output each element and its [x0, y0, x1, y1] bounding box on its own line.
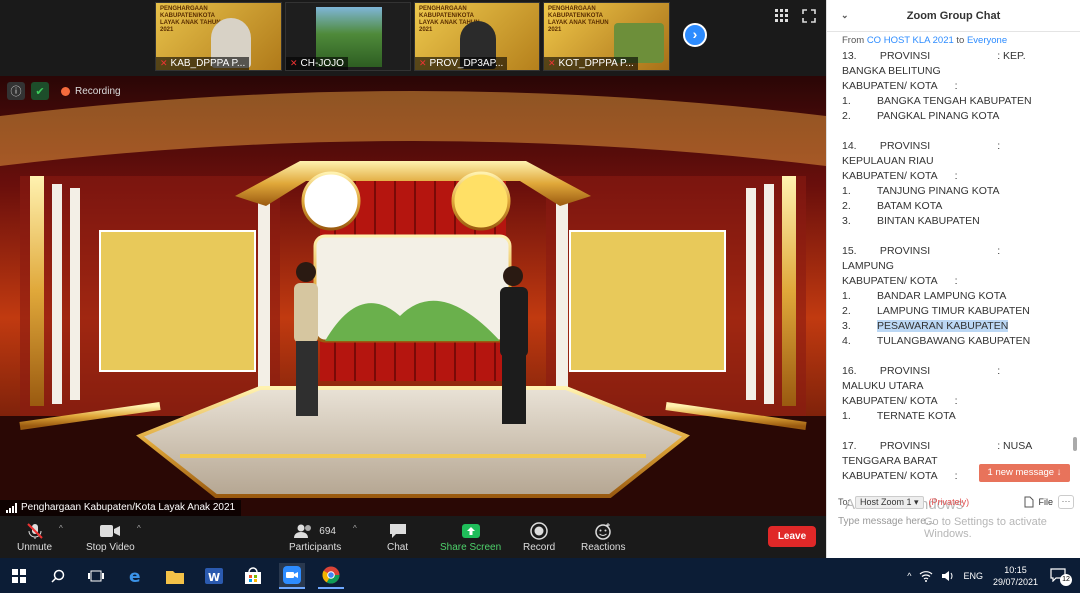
zoom-app-icon[interactable]: [279, 563, 305, 589]
emoji-reaction-icon: [595, 523, 611, 540]
windows-taskbar: e W ^ ENG 10:15 29/07/2021 12: [0, 558, 1080, 593]
record-icon: [530, 522, 548, 540]
notification-badge: 12: [1060, 573, 1072, 586]
unmute-button[interactable]: Unmute: [17, 520, 52, 553]
participants-caret-icon[interactable]: ^: [353, 524, 357, 533]
edge-browser-icon[interactable]: e: [123, 563, 149, 589]
file-explorer-icon[interactable]: [162, 563, 188, 589]
file-button[interactable]: File: [1024, 496, 1053, 508]
info-icon[interactable]: ⓘ: [7, 82, 25, 100]
meeting-toolbar: Unmute ^ Stop Video ^ 694 Participants ^…: [0, 516, 826, 558]
system-tray: ^ ENG 10:15 29/07/2021 12: [907, 558, 1080, 593]
muted-mic-icon: ✕: [548, 58, 556, 68]
recording-indicator: Recording: [61, 86, 121, 97]
chat-message-body[interactable]: 13. PROVINSI : KEP. BANGKA BELITUNG KABU…: [842, 49, 1072, 481]
gallery-view-icon[interactable]: [775, 9, 789, 23]
privately-label: (Privately): [928, 497, 970, 507]
store-icon[interactable]: [240, 563, 266, 589]
chevron-down-icon[interactable]: ⌄: [841, 10, 849, 21]
participant-thumbnail[interactable]: PENGHARGAAN KABUPATEN/KOTA LAYAK ANAK TA…: [543, 2, 670, 71]
participant-thumbnail[interactable]: PENGHARGAAN KABUPATEN/KOTA LAYAK ANAK TA…: [414, 2, 540, 71]
active-speaker-video: [0, 76, 826, 516]
file-icon: [1024, 496, 1034, 508]
right-logo-badge: [451, 171, 511, 231]
ceiling-light-arc: [0, 91, 826, 166]
svg-text:e: e: [129, 567, 141, 585]
video-options-caret-icon[interactable]: ^: [137, 524, 141, 533]
message-sender-line: From CO HOST KLA 2021 to Everyone: [842, 35, 1008, 46]
right-award-screen: [569, 230, 726, 372]
participant-name: ✕ PROV_DP3AP...: [415, 57, 508, 70]
leave-button[interactable]: Leave: [768, 526, 816, 547]
record-button[interactable]: Record: [523, 520, 555, 553]
muted-microphone-icon: [26, 523, 43, 539]
svg-text:W: W: [208, 571, 220, 584]
muted-mic-icon: ✕: [160, 58, 168, 68]
virtual-stage-graphic: [0, 91, 826, 516]
fullscreen-icon[interactable]: [802, 9, 816, 23]
chat-scrollbar[interactable]: [1073, 437, 1077, 451]
activate-windows-subtext: Go to Settings to activate Windows.: [924, 516, 1047, 540]
thumbnail-caption: PENGHARGAAN KABUPATEN/KOTA LAYAK ANAK TA…: [548, 6, 609, 33]
stop-video-button[interactable]: Stop Video: [86, 520, 135, 553]
presenter-left: [294, 262, 318, 416]
left-award-screen: [99, 230, 256, 372]
reactions-button[interactable]: Reactions: [581, 520, 625, 553]
speaker-name-tag: Penghargaan Kabupaten/Kota Layak Anak 20…: [0, 500, 242, 516]
participant-thumbnail-strip: PENGHARGAAN KABUPATEN/KOTA LAYAK ANAK TA…: [0, 0, 826, 74]
chat-header: ⌄ Zoom Group Chat: [827, 0, 1080, 32]
audio-options-caret-icon[interactable]: ^: [59, 524, 63, 533]
chevron-up-icon[interactable]: ^: [907, 571, 911, 581]
zoom-window: PENGHARGAAN KABUPATEN/KOTA LAYAK ANAK TA…: [0, 0, 826, 558]
video-camera-icon: [100, 525, 121, 537]
chat-title: Zoom Group Chat: [906, 9, 1001, 22]
chat-bubble-icon: [389, 524, 406, 538]
recipient-select[interactable]: Host Zoom 1 ▾: [855, 495, 924, 509]
windows-start-icon[interactable]: [6, 563, 32, 589]
participants-icon: [294, 524, 312, 538]
chrome-icon[interactable]: [318, 563, 344, 589]
stage-floor: [136, 386, 690, 498]
sender-name[interactable]: CO HOST KLA 2021: [867, 35, 954, 46]
clock[interactable]: 10:15 29/07/2021: [993, 564, 1038, 588]
participant-name: ✕ CH-JOJO: [286, 57, 348, 70]
wifi-icon[interactable]: [919, 570, 933, 582]
volume-icon[interactable]: [941, 570, 955, 582]
participant-name: ✕ KOT_DPPPA P...: [544, 57, 638, 70]
presenter-right: [500, 266, 528, 424]
next-page-arrow-icon[interactable]: ›: [683, 23, 707, 47]
muted-mic-icon: ✕: [290, 58, 298, 68]
participant-name: ✕ KAB_DPPPA P...: [156, 57, 250, 70]
left-logo-badge: [301, 171, 361, 231]
participant-thumbnail[interactable]: PENGHARGAAN KABUPATEN/KOTA LAYAK ANAK TA…: [155, 2, 282, 71]
language-indicator[interactable]: ENG: [963, 571, 983, 581]
recording-dot-icon: [61, 86, 70, 96]
meeting-info-bar: ⓘ ✔ Recording: [7, 82, 121, 100]
muted-mic-icon: ✕: [419, 58, 427, 68]
signal-bars-icon: [6, 503, 17, 513]
task-view-icon[interactable]: [83, 563, 109, 589]
highlighted-text: PESAWARAN KABUPATEN: [877, 320, 1009, 332]
search-icon[interactable]: [45, 563, 71, 589]
participant-thumbnail[interactable]: ✕ CH-JOJO: [285, 2, 411, 71]
security-shield-icon[interactable]: ✔: [31, 82, 49, 100]
recipient-name[interactable]: Everyone: [967, 35, 1007, 46]
share-screen-button[interactable]: Share Screen: [440, 520, 501, 553]
chat-recipient-row: To: Host Zoom 1 ▾ (Privately) File ···: [838, 494, 1074, 510]
chat-button[interactable]: Chat: [387, 520, 408, 553]
share-screen-icon: [461, 524, 480, 538]
chat-message-input[interactable]: Type message here...: [838, 516, 934, 527]
new-message-button[interactable]: 1 new message ↓: [979, 464, 1070, 482]
word-icon[interactable]: W: [201, 563, 227, 589]
participants-button[interactable]: 694 Participants: [289, 520, 341, 553]
notification-center-icon[interactable]: 12: [1048, 566, 1074, 586]
more-options-button[interactable]: ···: [1058, 495, 1074, 509]
